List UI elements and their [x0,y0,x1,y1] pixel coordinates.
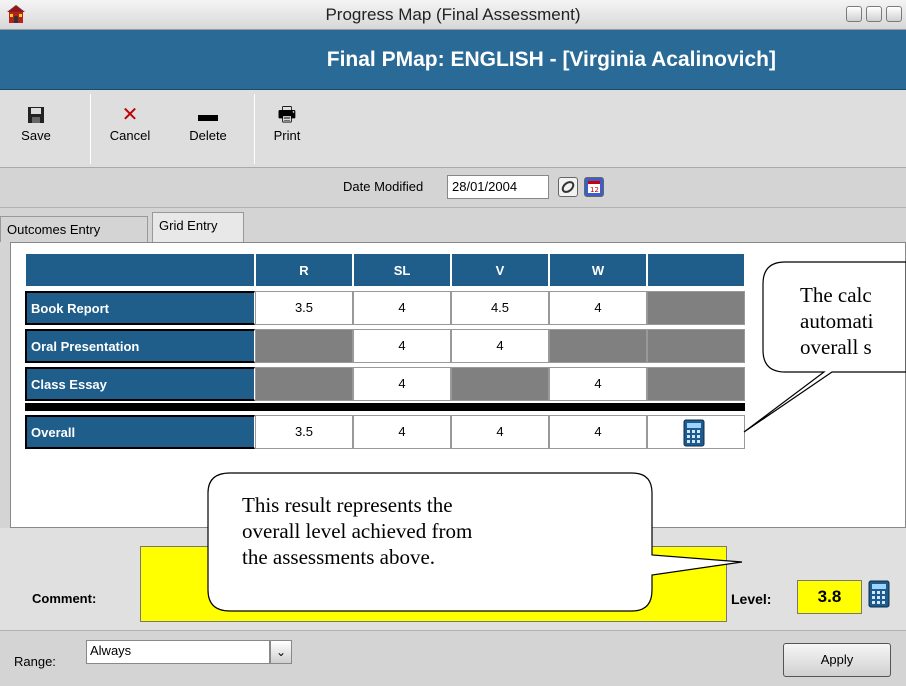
save-button[interactable]: Save [10,102,62,160]
disabled-cell [255,367,353,401]
window-title: Progress Map (Final Assessment) [325,5,581,24]
row-label-book-report: Book Report [25,291,255,325]
tab-outcomes-entry[interactable]: Outcomes Entry [0,216,148,242]
overall-cell: 4 [549,415,647,449]
apply-button[interactable]: Apply [783,643,891,677]
disabled-cell [451,367,549,401]
print-label: Print [273,128,301,143]
column-header-blank [647,253,745,287]
disabled-cell [647,291,745,325]
delete-label: Delete [189,128,227,143]
grid-cell[interactable]: 4 [549,367,647,401]
print-button[interactable]: 🖶 Print [262,102,312,160]
range-label: Range: [14,654,56,669]
tab-grid-entry[interactable]: Grid Entry [152,212,244,243]
overall-calculator-cell [647,415,745,449]
chevron-down-icon[interactable]: ⌄ [270,640,292,664]
level-value: 3.8 [797,580,862,614]
row-label-class-essay: Class Essay [25,367,255,401]
grid-cell[interactable]: 4.5 [451,291,549,325]
range-select[interactable]: Always [86,640,270,664]
save-icon [28,107,44,123]
column-header-sl: SL [353,253,451,287]
row-label-overall: Overall [25,415,255,449]
level-label: Level: [731,591,772,607]
maximize-button[interactable] [866,6,882,22]
range-bar: Range: Always ⌄ Apply [0,630,906,686]
overall-cell: 3.5 [255,415,353,449]
grid-cell[interactable]: 4 [353,291,451,325]
grid-cell[interactable]: 3.5 [255,291,353,325]
grid-panel: R SL V W Book Report 3.5 4 4.5 4 Oral Pr… [10,242,906,528]
disabled-cell [255,329,353,363]
page-header: Final PMap: ENGLISH - [Virginia Acalinov… [0,30,906,90]
toolbar: Save ✕ Cancel ▬ Delete 🖶 Print [0,90,906,168]
tab-bar: Outcomes Entry Grid Entry [0,210,906,243]
cancel-button[interactable]: ✕ Cancel [100,102,160,160]
disabled-cell [647,367,745,401]
column-header-v: V [451,253,549,287]
grid-cell[interactable]: 4 [353,329,451,363]
row-label-oral-presentation: Oral Presentation [25,329,255,363]
grid-cell[interactable]: 4 [549,291,647,325]
delete-button[interactable]: ▬ Delete [178,102,238,160]
date-modified-label: Date Modified [343,179,424,194]
overall-cell: 4 [451,415,549,449]
save-label: Save [21,128,51,143]
calculator-icon[interactable] [683,419,705,447]
column-header-r: R [255,253,353,287]
print-icon: 🖶 [277,104,297,126]
grid-corner-header [25,253,255,287]
callout-text-level: This result represents the overall level… [242,493,473,569]
cancel-label: Cancel [109,128,151,143]
page-title: Final PMap: ENGLISH - [Virginia Acalinov… [326,48,776,71]
title-bar: Progress Map (Final Assessment) [0,0,906,30]
clear-date-icon[interactable] [558,177,578,197]
comment-label: Comment: [32,591,97,606]
callout-text-calculator: The calc automati overall s [800,283,874,359]
overall-separator [25,403,745,411]
date-bar: Date Modified 28/01/2004 12 [0,168,906,208]
calculator-icon[interactable] [868,580,890,608]
calendar-icon[interactable]: 12 [584,177,604,197]
minimize-button[interactable] [846,6,862,22]
column-header-w: W [549,253,647,287]
grid-cell[interactable]: 4 [451,329,549,363]
close-button[interactable] [886,6,902,22]
date-modified-field[interactable]: 28/01/2004 [447,175,549,199]
cancel-icon: ✕ [121,104,139,126]
disabled-cell [647,329,745,363]
overall-cell: 4 [353,415,451,449]
svg-text:12: 12 [590,186,599,194]
grid-cell[interactable]: 4 [353,367,451,401]
disabled-cell [549,329,647,363]
delete-icon: ▬ [198,104,218,126]
